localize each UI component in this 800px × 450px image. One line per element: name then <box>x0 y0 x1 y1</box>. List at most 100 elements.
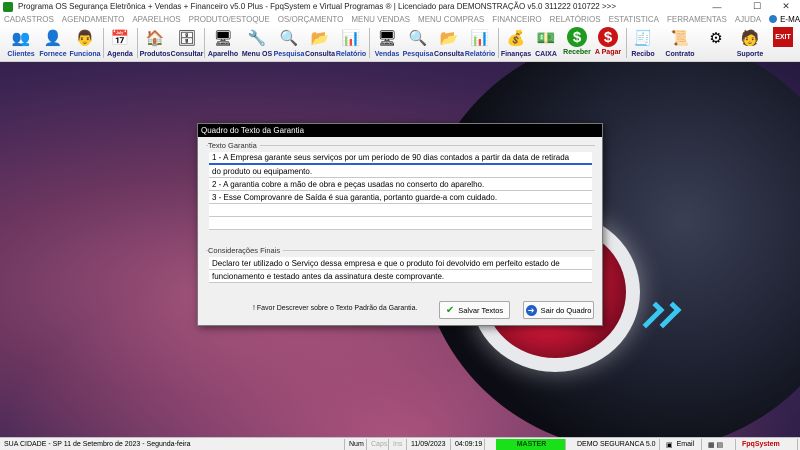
menu-vendas[interactable]: MENU VENDAS <box>351 15 410 24</box>
employee-icon: 👨 <box>75 30 95 47</box>
minimize-button[interactable]: — <box>703 0 731 13</box>
cash-register-icon: 💵 <box>536 30 556 47</box>
menu-aparelhos[interactable]: APARELHOS <box>132 15 180 24</box>
toolbar-settings-button[interactable]: ⚙ <box>703 26 729 61</box>
toolbar-aparelho-button[interactable]: 🖥 Aparelho <box>207 26 239 61</box>
exit-icon: EXIT <box>773 27 793 47</box>
toolbar-pagar-button[interactable]: $ A Pagar <box>593 26 623 61</box>
toolbar-caixa-button[interactable]: 💵 CAIXA <box>532 26 560 61</box>
menu-relatorios[interactable]: RELATÓRIOS <box>550 15 601 24</box>
garantia-text-lines: 1 - A Empresa garante seus serviços por … <box>209 152 592 230</box>
toolbar-pesquisa-os-button[interactable]: 🔍 Pesquisa <box>273 26 305 61</box>
toolbar-consulta-os-label: Consulta <box>305 51 335 58</box>
status-brand: FpqSystem <box>740 439 798 450</box>
consideracoes-text-lines: Declaro ter utilizado o Serviço dessa em… <box>209 257 592 283</box>
app-icon <box>3 1 13 12</box>
toolbar: 👥 Clientes 👤 Fornece 👨 Funciona 📅 Agenda… <box>0 25 800 62</box>
monitor-icon: 🖥 <box>377 30 397 47</box>
printer-icon: ▣ <box>666 441 673 449</box>
exit-arrow-icon: ➜ <box>525 304 537 316</box>
garantia-line-5[interactable] <box>209 204 592 217</box>
supplier-icon: 👤 <box>43 30 63 47</box>
toolbar-separator <box>369 28 370 58</box>
toolbar-exit-button[interactable]: EXIT <box>770 26 796 61</box>
status-caps: Caps <box>371 439 389 450</box>
toolbar-recibo-button[interactable]: 🧾 Recibo <box>629 26 657 61</box>
menu-financeiro[interactable]: FINANCEIRO <box>492 15 541 24</box>
status-city-date: SUA CIDADE - SP 11 de Setembro de 2023 -… <box>2 439 345 450</box>
toolbar-separator <box>626 28 627 58</box>
checkmark-icon: ✔ <box>445 304 455 316</box>
toolbar-vendas-button[interactable]: 🖥 Vendas <box>372 26 402 61</box>
toolbar-produtos-button[interactable]: 🏠 Produtos <box>140 26 171 61</box>
menu-ferramentas[interactable]: FERRAMENTAS <box>667 15 727 24</box>
gear-icon: ⚙ <box>709 30 723 47</box>
receipt-icon: 🧾 <box>633 30 653 47</box>
garantia-line-4[interactable]: 3 - Esse Comprovanre de Saída é sua gara… <box>209 191 592 204</box>
toolbar-menu-os-label: Menu OS <box>241 51 273 58</box>
dialog-title: Quadro do Texto da Garantia <box>198 124 602 137</box>
menu-agendamento[interactable]: AGENDAMENTO <box>62 15 125 24</box>
tools-icon: 🔧 <box>247 30 267 47</box>
garantia-line-3[interactable]: 2 - A garantia cobre a mão de obra e peç… <box>209 178 592 191</box>
menu-bar: CADASTROS AGENDAMENTO APARELHOS PRODUTO/… <box>0 13 800 25</box>
exit-dialog-button[interactable]: ➜ Sair do Quadro <box>523 301 594 319</box>
save-texts-button[interactable]: ✔ Salvar Textos <box>439 301 510 319</box>
dollar-green-icon: $ <box>567 27 587 47</box>
toolbar-receber-label: Receber <box>563 49 591 56</box>
toolbar-consultar-button[interactable]: 🗄 Consultar <box>171 26 204 61</box>
garantia-line-6[interactable] <box>209 217 592 230</box>
status-num: Num <box>347 439 367 450</box>
consideracoes-group: Considerações Finais Declaro ter utiliza… <box>206 246 595 290</box>
money-bag-icon: 💰 <box>506 30 526 47</box>
menu-compras[interactable]: MENU COMPRAS <box>418 15 484 24</box>
toolbar-pesquisa-os-label: Pesquisa <box>273 51 305 58</box>
menu-ajuda[interactable]: AJUDA <box>735 15 761 24</box>
status-email[interactable]: ▣ Email <box>664 439 702 450</box>
menu-os-orcamento[interactable]: OS/ORÇAMENTO <box>278 15 344 24</box>
toolbar-consulta-v-button[interactable]: 📂 Consulta <box>434 26 464 61</box>
toolbar-suporte-button[interactable]: 🧑 Suporte <box>735 26 765 61</box>
maximize-button[interactable]: ☐ <box>743 0 771 13</box>
menu-estatistica[interactable]: ESTATISTICA <box>609 15 659 24</box>
toolbar-pesquisa-v-button[interactable]: 🔍 Pesquisa <box>403 26 434 61</box>
toolbar-financas-button[interactable]: 💰 Finanças <box>500 26 532 61</box>
globe-icon <box>769 15 778 23</box>
garantia-group: Texto Garantia 1 - A Empresa garante seu… <box>206 141 595 237</box>
window-title: Programa OS Segurança Eletrônica + Venda… <box>18 2 616 11</box>
menu-produto-estoque[interactable]: PRODUTO/ESTOQUE <box>189 15 270 24</box>
report-icon: 📊 <box>470 30 490 47</box>
toolbar-financas-label: Finanças <box>500 51 532 58</box>
status-company: DEMO SEGURANCA 5.0 <box>575 439 660 450</box>
toolbar-suporte-label: Suporte <box>736 51 764 58</box>
status-icons: ▦ ▤ <box>706 439 736 450</box>
toolbar-fornece-button[interactable]: 👤 Fornece <box>38 26 68 61</box>
consideracoes-line-1[interactable]: Declaro ter utilizado o Serviço dessa em… <box>209 257 592 270</box>
toolbar-clientes-button[interactable]: 👥 Clientes <box>6 26 36 61</box>
toolbar-contrato-label: Contrato <box>665 51 695 58</box>
status-time: 04:09:19 <box>453 439 485 450</box>
toolbar-menu-os-button[interactable]: 🔧 Menu OS <box>241 26 273 61</box>
toolbar-consulta-v-label: Consulta <box>434 51 464 58</box>
exit-dialog-label: Sair do Quadro <box>540 305 592 315</box>
toolbar-caixa-label: CAIXA <box>535 51 557 58</box>
garantia-line-2[interactable]: do produto ou equipamento. <box>209 165 592 178</box>
toolbar-relatorio-v-button[interactable]: 📊 Relatório <box>465 26 495 61</box>
close-button[interactable]: ✕ <box>772 0 800 13</box>
garantia-line-1[interactable]: 1 - A Empresa garante seus serviços por … <box>209 152 592 165</box>
device-icon: 🖥 <box>213 30 233 47</box>
search-doc-icon: 🔍 <box>408 30 428 47</box>
save-texts-label: Salvar Textos <box>458 305 504 315</box>
toolbar-separator <box>103 28 104 58</box>
toolbar-separator <box>498 28 499 58</box>
status-date: 11/09/2023 <box>409 439 451 450</box>
menu-email[interactable]: E-MAIL <box>769 15 800 24</box>
toolbar-receber-button[interactable]: $ Receber <box>562 26 592 61</box>
consideracoes-line-2[interactable]: funcionamento e testado antes da assinat… <box>209 270 592 283</box>
toolbar-relatorio-os-button[interactable]: 📊 Relatório <box>336 26 366 61</box>
toolbar-funciona-button[interactable]: 👨 Funciona <box>69 26 101 61</box>
toolbar-agenda-button[interactable]: 📅 Agenda <box>106 26 134 61</box>
toolbar-contrato-button[interactable]: 📜 Contrato <box>664 26 696 61</box>
menu-cadastros[interactable]: CADASTROS <box>4 15 54 24</box>
toolbar-consulta-os-button[interactable]: 📂 Consulta <box>305 26 335 61</box>
